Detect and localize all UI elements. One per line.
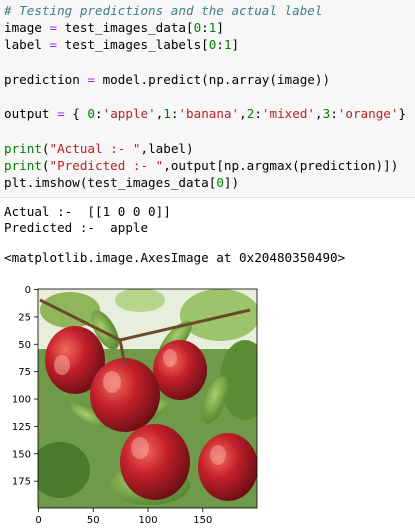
x-tick-label: 150 bbox=[193, 515, 212, 526]
code-token: { bbox=[64, 106, 88, 122]
code-line: image = test_images_data[0:1] bbox=[4, 19, 406, 36]
code-token: : bbox=[201, 20, 209, 36]
code-token: print bbox=[4, 140, 42, 156]
x-tick-label: 50 bbox=[87, 515, 100, 526]
code-token: : bbox=[254, 106, 262, 122]
code-token: "Actual :- " bbox=[49, 140, 141, 156]
y-tick-label: 25 bbox=[18, 312, 31, 323]
code-token: prediction bbox=[4, 71, 88, 87]
code-line: label = test_images_labels[0:1] bbox=[4, 36, 406, 53]
code-token: image bbox=[4, 20, 50, 36]
code-token: : bbox=[216, 37, 224, 53]
code-token: output bbox=[4, 106, 58, 122]
code-token: 'orange' bbox=[337, 106, 399, 122]
code-token: 'mixed' bbox=[261, 106, 315, 122]
x-axis: 0 50 100 150 bbox=[35, 508, 212, 526]
code-token: 1 bbox=[163, 106, 171, 122]
code-token: test_images_data[ bbox=[57, 20, 194, 36]
y-tick-label: 175 bbox=[12, 477, 31, 488]
code-token: ,label) bbox=[140, 140, 194, 156]
code-token: ( bbox=[41, 157, 50, 173]
code-token: model.predict(np.array(image)) bbox=[95, 71, 331, 87]
x-tick-label: 0 bbox=[35, 515, 41, 526]
code-line: output = { 0:'apple',1:'banana',2:'mixed… bbox=[4, 105, 406, 122]
code-token: : bbox=[330, 106, 338, 122]
code-line: print("Predicted :- ",output[np.argmax(p… bbox=[4, 157, 406, 174]
output-repr: <matplotlib.image.AxesImage at 0x2048035… bbox=[4, 250, 346, 265]
code-cell[interactable]: # Testing predictions and the actual lab… bbox=[0, 0, 415, 198]
y-tick-label: 100 bbox=[12, 395, 31, 406]
code-token: 1 bbox=[223, 37, 232, 53]
code-line: prediction = model.predict(np.array(imag… bbox=[4, 71, 406, 88]
code-token: : bbox=[95, 106, 103, 122]
code-token: label bbox=[4, 37, 50, 53]
code-token: 0 bbox=[87, 106, 96, 122]
code-token: , bbox=[315, 106, 323, 122]
y-tick-label: 75 bbox=[18, 367, 31, 378]
code-token: ] bbox=[231, 37, 240, 53]
plot-svg: 0 25 50 75 100 125 150 175 0 50 100 150 bbox=[12, 285, 258, 526]
output-predicted: Predicted :- apple bbox=[4, 219, 149, 235]
code-token: plt.imshow(test_images_data[ bbox=[4, 174, 217, 190]
code-token: = bbox=[57, 106, 65, 122]
code-token: 0 bbox=[216, 174, 224, 190]
code-editor[interactable]: # Testing predictions and the actual lab… bbox=[4, 2, 406, 191]
code-token: } bbox=[398, 106, 407, 122]
apples-photo-icon bbox=[38, 289, 257, 508]
code-token: ( bbox=[41, 140, 50, 156]
x-tick-label: 100 bbox=[139, 515, 158, 526]
code-line: # Testing predictions and the actual lab… bbox=[4, 2, 406, 19]
code-token: 'banana' bbox=[178, 106, 240, 122]
code-token: ,output[np.argmax(prediction)]) bbox=[163, 157, 399, 173]
y-tick-label: 150 bbox=[12, 449, 31, 460]
code-token: = bbox=[49, 20, 58, 36]
code-line: plt.imshow(test_images_data[0]) bbox=[4, 174, 406, 191]
code-token: "Predicted :- " bbox=[49, 157, 164, 173]
code-token: # Testing predictions and the actual lab… bbox=[4, 3, 323, 18]
code-token: test_images_labels[ bbox=[57, 37, 209, 53]
code-line: print("Actual :- ",label) bbox=[4, 140, 406, 157]
y-tick-label: 50 bbox=[18, 340, 31, 351]
code-token: 'apple' bbox=[102, 106, 156, 122]
y-tick-label: 125 bbox=[12, 422, 31, 433]
code-token: print bbox=[4, 157, 42, 173]
code-token: = bbox=[87, 71, 95, 87]
code-token: , bbox=[239, 106, 247, 122]
code-token: ]) bbox=[223, 174, 240, 190]
y-tick-label: 0 bbox=[25, 285, 31, 296]
y-axis: 0 25 50 75 100 125 150 175 bbox=[12, 285, 38, 488]
output-actual: Actual :- [[1 0 0 0]] bbox=[4, 204, 171, 219]
imshow-plot: 0 25 50 75 100 125 150 175 0 50 100 150 bbox=[0, 270, 415, 529]
code-token: = bbox=[49, 37, 58, 53]
code-token: ] bbox=[216, 20, 224, 36]
